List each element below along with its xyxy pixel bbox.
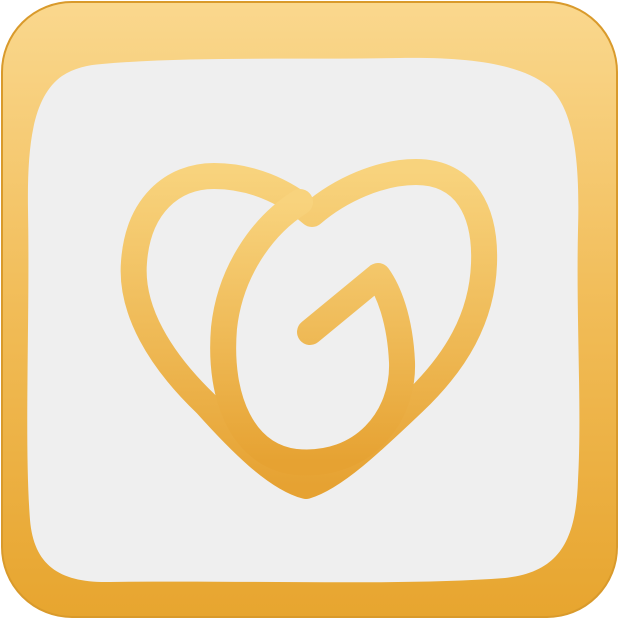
app-icon-tile xyxy=(0,0,619,619)
tile-inner-panel xyxy=(27,57,580,583)
app-icon-svg xyxy=(1,1,618,618)
